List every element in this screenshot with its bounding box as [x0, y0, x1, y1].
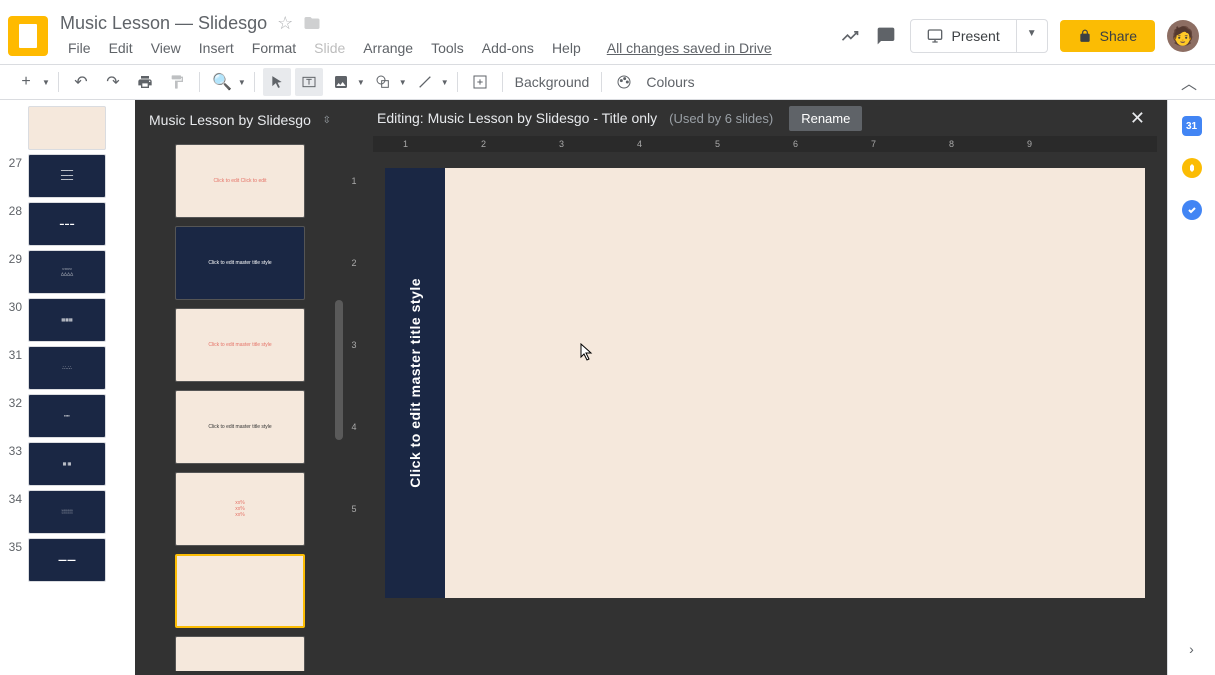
master-layout-thumb[interactable]: Click to edit master title style: [175, 308, 305, 382]
add-placeholder-button[interactable]: [466, 68, 494, 96]
master-layouts-panel: Music Lesson by Slidesgo ⇳ Click to edit…: [135, 100, 345, 675]
present-button[interactable]: Present: [911, 20, 1015, 52]
move-folder-icon[interactable]: [303, 14, 321, 32]
menu-arrange[interactable]: Arrange: [355, 36, 421, 60]
toolbar: +▼ ↶ ↷ 🔍▼ ▼ ▼ ▼ Background Colours ︿: [0, 64, 1215, 100]
master-layout-thumb[interactable]: Click to edit Click to edit: [175, 144, 305, 218]
menu-format[interactable]: Format: [244, 36, 304, 60]
menu-insert[interactable]: Insert: [191, 36, 242, 60]
slides-logo[interactable]: [8, 16, 48, 56]
editing-bar: Editing: Music Lesson by Slidesgo - Titl…: [363, 100, 1167, 136]
textbox-tool[interactable]: [295, 68, 323, 96]
master-panel-expand-icon[interactable]: ⇳: [323, 115, 331, 126]
title-area: Music Lesson — Slidesgo ☆ File Edit View…: [60, 13, 838, 60]
menu-slide: Slide: [306, 36, 353, 60]
header-right: Present ▼ Share 🧑: [838, 19, 1199, 53]
share-label: Share: [1100, 28, 1137, 44]
master-layout-thumb[interactable]: [175, 636, 305, 671]
menu-view[interactable]: View: [143, 36, 189, 60]
activity-icon[interactable]: [838, 24, 862, 48]
vertical-ruler: 12345: [345, 100, 363, 675]
horizontal-ruler: 123456789: [373, 136, 1157, 152]
undo-button[interactable]: ↶: [67, 68, 95, 96]
close-master-icon[interactable]: ✕: [1122, 104, 1153, 133]
master-layouts-list[interactable]: Click to edit Click to edit Click to edit…: [135, 136, 345, 671]
share-button[interactable]: Share: [1060, 20, 1155, 52]
slide-thumb[interactable]: ━━━━━━━━━━━━━━━: [28, 154, 106, 198]
user-avatar[interactable]: 🧑: [1167, 20, 1199, 52]
canvas-area: Editing: Music Lesson by Slidesgo - Titl…: [363, 100, 1167, 675]
slide-canvas[interactable]: Click to edit master title style: [385, 168, 1145, 598]
print-button[interactable]: [131, 68, 159, 96]
master-title-placeholder[interactable]: Click to edit master title style: [407, 278, 423, 488]
slide-thumb[interactable]: ○○○○△△△△: [28, 250, 106, 294]
slide-body[interactable]: [445, 168, 1145, 598]
rename-button[interactable]: Rename: [789, 106, 862, 131]
scrollbar-thumb[interactable]: [335, 300, 343, 440]
colours-button[interactable]: Colours: [642, 74, 698, 90]
select-tool[interactable]: [263, 68, 291, 96]
cursor-icon: [580, 343, 594, 361]
calendar-icon[interactable]: 31: [1182, 116, 1202, 136]
new-slide-button[interactable]: +: [12, 68, 40, 96]
paint-format-button[interactable]: [163, 68, 191, 96]
master-layout-thumb[interactable]: xx% xx% xx%: [175, 472, 305, 546]
zoom-button[interactable]: 🔍: [208, 68, 236, 96]
main-area: 27━━━━━━━━━━━━━━━ 28▬ ▬ ▬ 29○○○○△△△△ 30▦…: [0, 100, 1215, 675]
document-title[interactable]: Music Lesson — Slidesgo: [60, 13, 267, 34]
slide-thumb[interactable]: ▦▦▦: [28, 298, 106, 342]
menu-file[interactable]: File: [60, 36, 99, 60]
image-tool[interactable]: [327, 68, 355, 96]
used-by-count: (Used by 6 slides): [669, 111, 773, 126]
right-sidebar: 31 ›: [1167, 100, 1215, 675]
master-layout-thumb[interactable]: [175, 554, 305, 628]
expand-sidebar-icon[interactable]: ›: [1182, 639, 1202, 659]
slide-thumb[interactable]: ▪▪▪▪: [28, 394, 106, 438]
slide-thumb[interactable]: ▬▬ ▬▬: [28, 538, 106, 582]
menu-tools[interactable]: Tools: [423, 36, 472, 60]
header: Music Lesson — Slidesgo ☆ File Edit View…: [0, 0, 1215, 64]
master-panel-title: Music Lesson by Slidesgo: [149, 112, 311, 128]
shape-tool[interactable]: [369, 68, 397, 96]
collapse-toolbar-icon[interactable]: ︿: [1175, 68, 1203, 96]
slide-thumb[interactable]: [28, 106, 106, 150]
present-dropdown[interactable]: ▼: [1016, 20, 1047, 52]
slide-thumb[interactable]: ░░░░: [28, 490, 106, 534]
menu-help[interactable]: Help: [544, 36, 589, 60]
menu-edit[interactable]: Edit: [101, 36, 141, 60]
comment-icon[interactable]: [874, 24, 898, 48]
present-label: Present: [951, 28, 999, 44]
slide-thumb[interactable]: ▦ ▦: [28, 442, 106, 486]
slide-title-sidebar[interactable]: Click to edit master title style: [385, 168, 445, 598]
theme-colours-icon[interactable]: [610, 68, 638, 96]
redo-button[interactable]: ↷: [99, 68, 127, 96]
slide-filmstrip[interactable]: 27━━━━━━━━━━━━━━━ 28▬ ▬ ▬ 29○○○○△△△△ 30▦…: [0, 100, 135, 675]
save-status[interactable]: All changes saved in Drive: [607, 40, 772, 56]
slide-thumb[interactable]: ∴∴∴∴: [28, 346, 106, 390]
line-tool[interactable]: [411, 68, 439, 96]
menu-addons[interactable]: Add-ons: [474, 36, 542, 60]
slide-thumb[interactable]: ▬ ▬ ▬: [28, 202, 106, 246]
editing-layout-name: Music Lesson by Slidesgo - Title only: [428, 110, 658, 126]
present-button-group: Present ▼: [910, 19, 1047, 53]
background-button[interactable]: Background: [511, 74, 594, 90]
keep-icon[interactable]: [1182, 158, 1202, 178]
tasks-icon[interactable]: [1182, 200, 1202, 220]
master-layout-thumb[interactable]: Click to edit master title style: [175, 390, 305, 464]
menu-bar: File Edit View Insert Format Slide Arran…: [60, 36, 838, 60]
master-layout-thumb[interactable]: Click to edit master title style: [175, 226, 305, 300]
star-icon[interactable]: ☆: [277, 13, 293, 34]
